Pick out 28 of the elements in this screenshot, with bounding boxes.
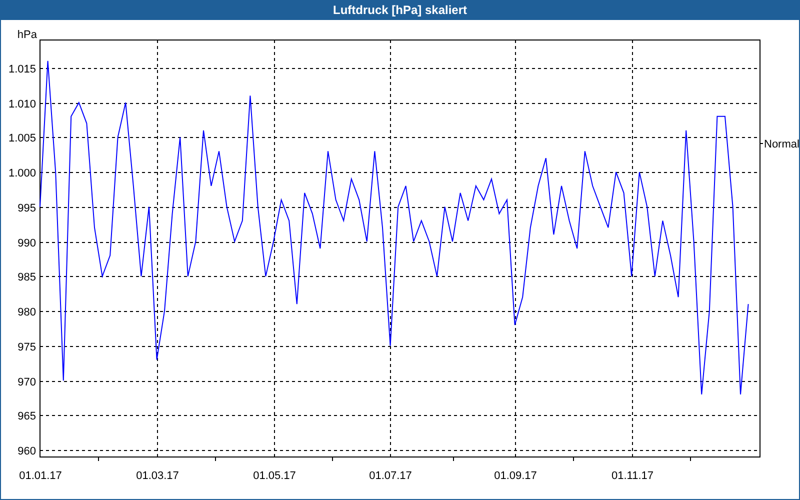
x-tick-label: 01.07.17 <box>369 470 412 482</box>
tick-mark <box>690 456 691 462</box>
x-tick-label: 01.11.17 <box>612 470 654 482</box>
x-tick-label: 01.05.17 <box>253 470 296 482</box>
y-tick-label: 995 <box>18 202 36 214</box>
y-tick-label: 985 <box>18 272 36 284</box>
y-tick-label: 1.005 <box>8 132 36 144</box>
tick-mark <box>98 456 99 462</box>
tick-mark <box>760 143 764 144</box>
tick-mark <box>453 456 454 462</box>
y-axis-label: hPa <box>17 29 37 41</box>
tick-mark <box>332 456 333 462</box>
y-tick-label: 990 <box>18 238 36 250</box>
x-tick-label: 01.01.17 <box>19 470 62 482</box>
tick-mark <box>573 456 574 462</box>
y-tick-label: 1.015 <box>8 64 36 76</box>
y-tick-label: 960 <box>18 446 36 458</box>
window-title: Luftdruck [hPa] skaliert <box>332 2 468 19</box>
y-tick-label: 965 <box>18 410 36 422</box>
tick-mark <box>215 456 216 462</box>
y-tick-label: 980 <box>18 306 36 318</box>
y-tick-label: 1.000 <box>8 168 36 180</box>
x-tick-label: 01.09.17 <box>494 470 537 482</box>
y-tick-label: 975 <box>18 342 36 354</box>
y-tick-label: 1.010 <box>8 98 36 110</box>
x-tick-label: 01.03.17 <box>136 470 179 482</box>
y-tick-label: 970 <box>18 376 36 388</box>
annotation-label: Normal <box>764 138 799 150</box>
